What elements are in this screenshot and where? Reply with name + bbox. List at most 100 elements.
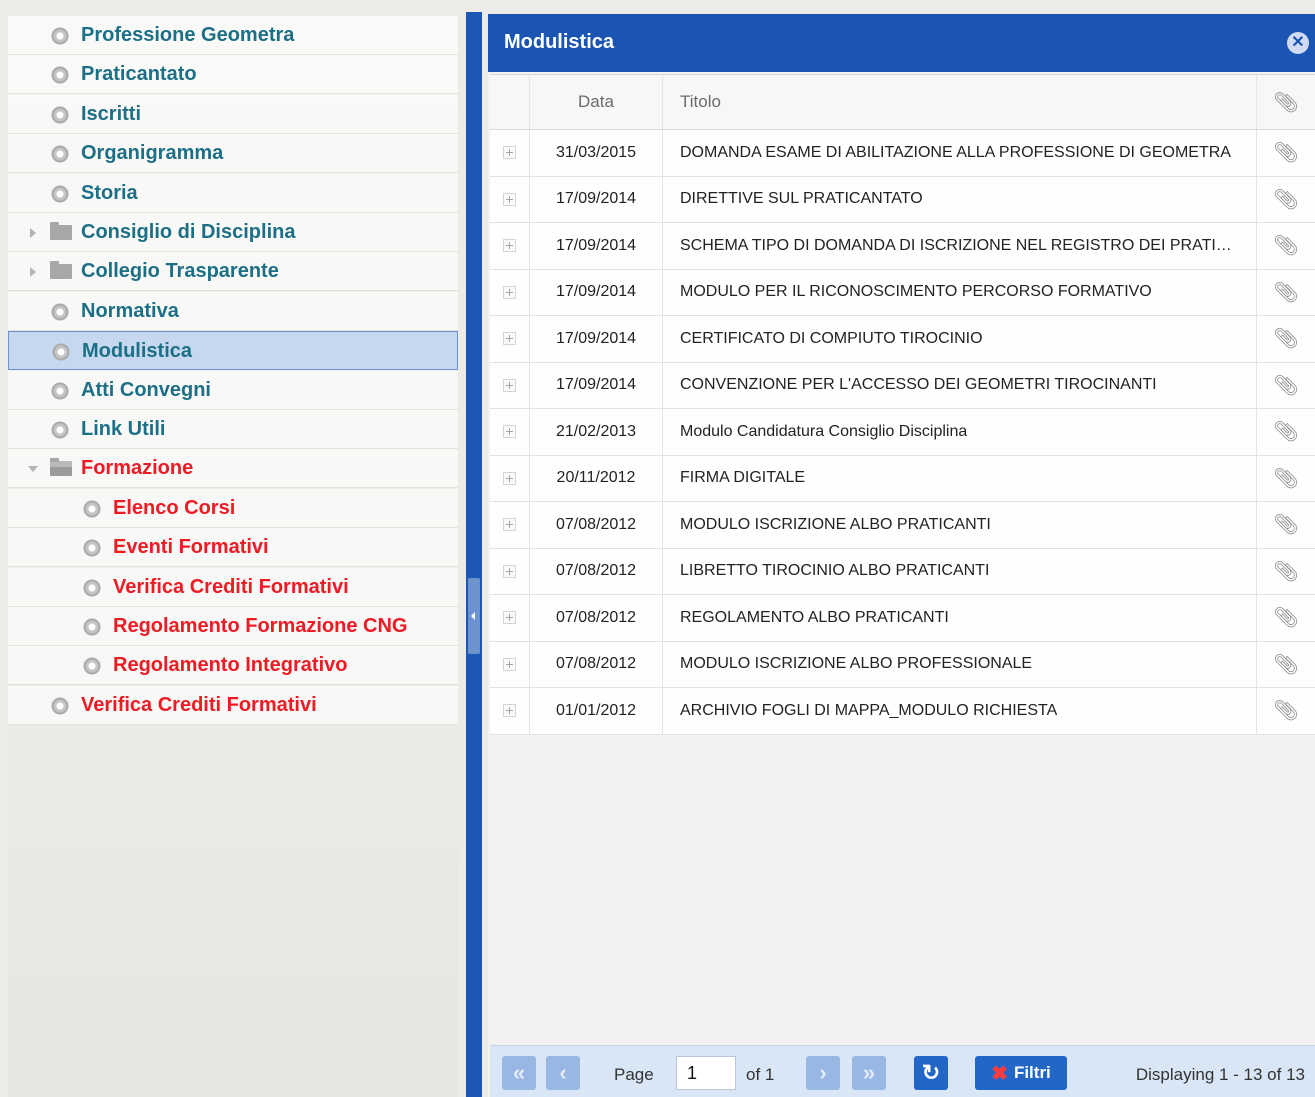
- tree-item[interactable]: Modulistica: [8, 331, 458, 371]
- expand-arrow-right-icon[interactable]: [30, 267, 36, 278]
- title-cell[interactable]: Modulo Candidatura Consiglio Disciplina: [663, 409, 1257, 455]
- expand-plus-icon[interactable]: [503, 239, 516, 253]
- expand-plus-icon[interactable]: [503, 378, 516, 392]
- tree-item[interactable]: Elenco Corsi: [8, 488, 458, 528]
- attachment-cell[interactable]: 📎︎: [1257, 595, 1315, 641]
- column-header-title[interactable]: Titolo: [663, 75, 1257, 129]
- attachment-cell[interactable]: 📎︎: [1257, 502, 1315, 548]
- tree-item[interactable]: Link Utili: [8, 410, 458, 449]
- tree-item[interactable]: Professione Geometra: [8, 16, 458, 55]
- tree-item[interactable]: Formazione: [8, 449, 458, 489]
- expand-plus-icon[interactable]: [503, 564, 516, 578]
- attachment-cell[interactable]: 📎︎: [1257, 409, 1315, 455]
- title-cell[interactable]: MODULO ISCRIZIONE ALBO PRATICANTI: [663, 502, 1257, 548]
- row-expander-cell[interactable]: [490, 502, 530, 548]
- table-row[interactable]: 01/01/2012 ARCHIVIO FOGLI DI MAPPA_MODULO…: [490, 688, 1315, 735]
- paperclip-icon[interactable]: 📎︎: [1273, 652, 1298, 677]
- paperclip-icon[interactable]: 📎︎: [1273, 187, 1298, 212]
- filter-button[interactable]: ✖ Filtri: [975, 1056, 1067, 1090]
- title-cell[interactable]: CERTIFICATO DI COMPIUTO TIROCINIO: [663, 316, 1257, 362]
- attachment-cell[interactable]: 📎︎: [1257, 549, 1315, 595]
- paperclip-icon[interactable]: 📎︎: [1273, 512, 1298, 537]
- paperclip-icon[interactable]: 📎︎: [1273, 233, 1298, 258]
- title-cell[interactable]: SCHEMA TIPO DI DOMANDA DI ISCRIZIONE NEL…: [663, 223, 1257, 269]
- attachment-cell[interactable]: 📎︎: [1257, 642, 1315, 688]
- previous-page-icon[interactable]: ‹: [546, 1056, 580, 1090]
- column-header-attachment[interactable]: 📎︎: [1257, 75, 1315, 129]
- paperclip-icon[interactable]: 📎︎: [1273, 326, 1298, 351]
- expand-plus-icon[interactable]: [503, 192, 516, 206]
- document-title[interactable]: ARCHIVIO FOGLI DI MAPPA_MODULO RICHIESTA: [680, 702, 1057, 720]
- document-title[interactable]: CONVENZIONE PER L'ACCESSO DEI GEOMETRI T…: [680, 376, 1157, 394]
- tree-item[interactable]: Normativa: [8, 291, 458, 331]
- attachment-cell[interactable]: 📎︎: [1257, 223, 1315, 269]
- expand-plus-icon[interactable]: [503, 657, 516, 671]
- expand-plus-icon[interactable]: [503, 425, 516, 439]
- title-cell[interactable]: REGOLAMENTO ALBO PRATICANTI: [663, 595, 1257, 641]
- attachment-cell[interactable]: 📎︎: [1257, 177, 1315, 223]
- tree-item[interactable]: Storia: [8, 173, 458, 213]
- document-title[interactable]: MODULO ISCRIZIONE ALBO PRATICANTI: [680, 516, 991, 534]
- table-row[interactable]: 17/09/2014 CERTIFICATO DI COMPIUTO TIROCI…: [490, 316, 1315, 363]
- attachment-cell[interactable]: 📎︎: [1257, 130, 1315, 176]
- paperclip-icon[interactable]: 📎︎: [1273, 466, 1298, 491]
- close-circle-icon[interactable]: ✕: [1287, 32, 1309, 54]
- next-page-icon[interactable]: ›: [806, 1056, 840, 1090]
- table-row[interactable]: 07/08/2012 MODULO ISCRIZIONE ALBO PROFESS…: [490, 641, 1315, 688]
- paperclip-icon[interactable]: 📎︎: [1273, 140, 1298, 165]
- document-title[interactable]: MODULO PER IL RICONOSCIMENTO PERCORSO FO…: [680, 283, 1152, 301]
- attachment-cell[interactable]: 📎︎: [1257, 456, 1315, 502]
- table-row[interactable]: 17/09/2014 DIRETTIVE SUL PRATICANTATO 📎︎: [490, 176, 1315, 223]
- document-title[interactable]: LIBRETTO TIROCINIO ALBO PRATICANTI: [680, 562, 989, 580]
- expand-plus-icon[interactable]: [503, 285, 516, 299]
- row-expander-cell[interactable]: [490, 176, 530, 222]
- panel-splitter[interactable]: [466, 12, 482, 1097]
- expand-plus-icon[interactable]: [503, 704, 516, 718]
- table-row[interactable]: 21/02/2013 Modulo Candidatura Consiglio D…: [490, 409, 1315, 456]
- collapse-handle[interactable]: [468, 578, 480, 654]
- document-title[interactable]: SCHEMA TIPO DI DOMANDA DI ISCRIZIONE NEL…: [680, 237, 1240, 255]
- tree-item[interactable]: Consiglio di Disciplina: [8, 213, 458, 252]
- attachment-cell[interactable]: 📎︎: [1257, 270, 1315, 316]
- page-number-input[interactable]: [676, 1056, 736, 1090]
- title-cell[interactable]: DOMANDA ESAME DI ABILITAZIONE ALLA PROFE…: [663, 130, 1257, 176]
- title-cell[interactable]: ARCHIVIO FOGLI DI MAPPA_MODULO RICHIESTA: [663, 688, 1257, 734]
- row-expander-cell[interactable]: [490, 130, 530, 176]
- row-expander-cell[interactable]: [490, 641, 530, 687]
- table-row[interactable]: 07/08/2012 REGOLAMENTO ALBO PRATICANTI 📎︎: [490, 595, 1315, 642]
- title-cell[interactable]: LIBRETTO TIROCINIO ALBO PRATICANTI: [663, 548, 1257, 594]
- attachment-cell[interactable]: 📎︎: [1257, 688, 1315, 734]
- table-row[interactable]: 17/09/2014 MODULO PER IL RICONOSCIMENTO P…: [490, 269, 1315, 316]
- table-row[interactable]: 07/08/2012 LIBRETTO TIROCINIO ALBO PRATIC…: [490, 548, 1315, 595]
- document-title[interactable]: REGOLAMENTO ALBO PRATICANTI: [680, 609, 949, 627]
- column-header-date[interactable]: Data: [530, 75, 663, 129]
- table-row[interactable]: 17/09/2014 SCHEMA TIPO DI DOMANDA DI ISCR…: [490, 223, 1315, 270]
- title-cell[interactable]: FIRMA DIGITALE: [663, 455, 1257, 501]
- row-expander-cell[interactable]: [490, 316, 530, 362]
- paperclip-icon[interactable]: 📎︎: [1273, 559, 1298, 584]
- document-title[interactable]: DOMANDA ESAME DI ABILITAZIONE ALLA PROFE…: [680, 144, 1231, 162]
- tree-item[interactable]: Verifica Crediti Formativi: [8, 567, 458, 607]
- expand-plus-icon[interactable]: [503, 518, 516, 532]
- table-row[interactable]: 07/08/2012 MODULO ISCRIZIONE ALBO PRATICA…: [490, 502, 1315, 549]
- tree-item[interactable]: Regolamento Integrativo: [8, 646, 458, 686]
- attachment-cell[interactable]: 📎︎: [1257, 363, 1315, 409]
- row-expander-cell[interactable]: [490, 455, 530, 501]
- paperclip-icon[interactable]: 📎︎: [1273, 605, 1298, 630]
- tree-item[interactable]: Collegio Trasparente: [8, 252, 458, 292]
- expand-plus-icon[interactable]: [503, 146, 516, 160]
- row-expander-cell[interactable]: [490, 409, 530, 455]
- row-expander-cell[interactable]: [490, 548, 530, 594]
- table-row[interactable]: 31/03/2015 DOMANDA ESAME DI ABILITAZIONE …: [490, 130, 1315, 177]
- tree-item[interactable]: Iscritti: [8, 94, 458, 134]
- expand-plus-icon[interactable]: [503, 332, 516, 346]
- tree-item[interactable]: Organigramma: [8, 134, 458, 174]
- last-page-icon[interactable]: »: [852, 1056, 886, 1090]
- paperclip-icon[interactable]: 📎︎: [1273, 419, 1298, 444]
- row-expander-cell[interactable]: [490, 595, 530, 641]
- expand-arrow-right-icon[interactable]: [30, 228, 36, 238]
- row-expander-cell[interactable]: [490, 269, 530, 315]
- title-cell[interactable]: CONVENZIONE PER L'ACCESSO DEI GEOMETRI T…: [663, 362, 1257, 408]
- table-row[interactable]: 17/09/2014 CONVENZIONE PER L'ACCESSO DEI …: [490, 362, 1315, 409]
- expand-arrow-down-icon[interactable]: [28, 466, 38, 473]
